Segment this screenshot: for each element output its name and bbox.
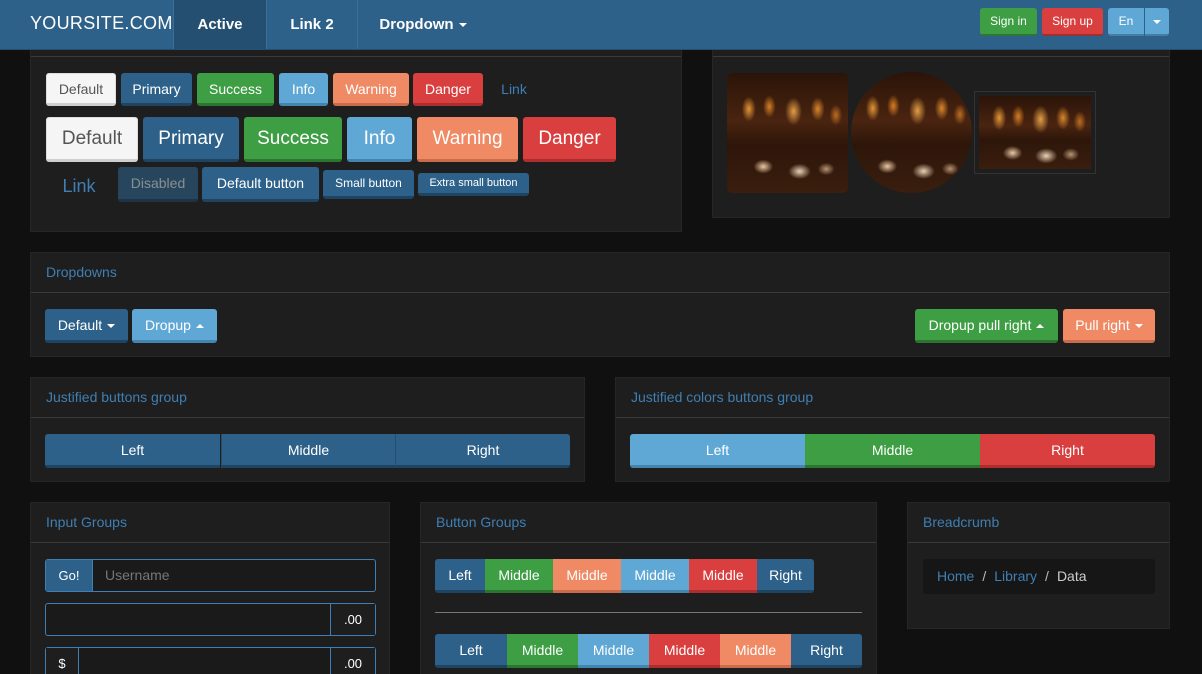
breadcrumb-library-link[interactable]: Library xyxy=(994,568,1037,584)
justified-colors-panel: Justified colors buttons group Left Midd… xyxy=(615,377,1170,482)
justified-middle-button[interactable]: Middle xyxy=(221,434,395,468)
justified-right-button[interactable]: Right xyxy=(395,434,570,468)
nav-item-label: Active xyxy=(197,16,243,33)
divider xyxy=(31,56,681,57)
caret-down-icon xyxy=(458,23,467,28)
extra-small-button[interactable]: Extra small button xyxy=(418,173,529,196)
nav-item-active[interactable]: Active xyxy=(174,0,266,49)
caret-down-icon xyxy=(1134,324,1143,329)
pull-right-button[interactable]: Pull right xyxy=(1063,309,1155,343)
buttons-panel: Default Primary Success Info Warning Dan… xyxy=(30,50,682,232)
breadcrumb-current: Data xyxy=(1056,568,1087,584)
button-label: Dropup pull right xyxy=(928,317,1032,333)
dropdowns-heading: Dropdowns xyxy=(31,253,1169,293)
group1-left-button[interactable]: Left xyxy=(435,559,485,593)
button-groups-heading: Button Groups xyxy=(421,503,876,543)
language-toggle[interactable] xyxy=(1145,8,1169,36)
primary-button[interactable]: Primary xyxy=(121,73,192,106)
thumbnail-image xyxy=(974,91,1096,174)
warning-button-large[interactable]: Warning xyxy=(417,117,518,162)
circle-image xyxy=(851,72,972,193)
warning-button[interactable]: Warning xyxy=(333,73,409,106)
justified-colors-middle-button[interactable]: Middle xyxy=(805,434,980,468)
danger-button-large[interactable]: Danger xyxy=(523,117,616,162)
breadcrumb-panel: Breadcrumb Home / Library / Data xyxy=(907,502,1170,629)
breadcrumb: Home / Library / Data xyxy=(923,559,1155,594)
nav-item-label: Link 2 xyxy=(290,16,334,33)
justified-colors-heading: Justified colors buttons group xyxy=(616,378,1169,418)
dropdowns-panel: Dropdowns Default Dropup Dropup pull rig… xyxy=(30,252,1170,357)
link-button[interactable]: Link xyxy=(491,73,537,106)
caret-up-icon xyxy=(1036,324,1045,329)
nav-item-label: Dropdown xyxy=(379,16,454,33)
caret-down-icon xyxy=(107,324,116,329)
group2-left-button[interactable]: Left xyxy=(435,634,507,668)
sign-in-button[interactable]: Sign in xyxy=(980,8,1037,36)
default-dropdown-button[interactable]: Default xyxy=(45,309,128,343)
button-label: Pull right xyxy=(1075,317,1130,333)
small-button[interactable]: Small button xyxy=(323,170,414,199)
group1-middle-button[interactable]: Middle xyxy=(485,559,553,593)
justified-left-button[interactable]: Left xyxy=(45,434,220,468)
username-input-group: Go! Username xyxy=(45,559,376,592)
button-groups-panel: Button Groups Left Middle Middle Middle … xyxy=(420,502,877,674)
caret-down-icon xyxy=(1153,19,1161,24)
dropup-button[interactable]: Dropup xyxy=(132,309,217,343)
group1-middle-button[interactable]: Middle xyxy=(689,559,757,593)
language-button[interactable]: En xyxy=(1108,8,1144,36)
brand-logo[interactable]: YOURSITE.COM xyxy=(30,13,173,34)
button-label: Default xyxy=(57,317,103,333)
dollar-input-group: $ .00 xyxy=(45,647,376,674)
button-label: Dropup xyxy=(145,317,191,333)
group2-right-button[interactable]: Right xyxy=(791,634,862,668)
justified-heading: Justified buttons group xyxy=(31,378,584,418)
navbar: YOURSITE.COM Active Link 2 Dropdown Sign… xyxy=(0,0,1202,50)
dropup-pull-right-button[interactable]: Dropup pull right xyxy=(915,309,1058,343)
breadcrumb-separator: / xyxy=(1045,568,1049,584)
caret-up-icon xyxy=(195,324,204,329)
username-input[interactable]: Username xyxy=(93,560,375,591)
group1-right-button[interactable]: Right xyxy=(757,559,814,593)
go-button[interactable]: Go! xyxy=(46,560,93,591)
success-button[interactable]: Success xyxy=(197,73,274,106)
amount-input-group: .00 xyxy=(45,603,376,636)
danger-button[interactable]: Danger xyxy=(413,73,483,106)
input-groups-panel: Input Groups Go! Username .00 $ .00 xyxy=(30,502,390,674)
thumbnails-panel xyxy=(712,50,1170,218)
breadcrumb-separator: / xyxy=(982,568,987,584)
rounded-image xyxy=(727,73,848,193)
group2-middle-button[interactable]: Middle xyxy=(507,634,578,668)
disabled-button: Disabled xyxy=(118,167,198,202)
dollar-amount-input[interactable] xyxy=(79,648,330,674)
success-button-large[interactable]: Success xyxy=(244,117,342,162)
primary-button-large[interactable]: Primary xyxy=(143,117,239,162)
dollar-addon: $ xyxy=(46,648,79,674)
group1-middle-button[interactable]: Middle xyxy=(553,559,621,593)
default-size-button[interactable]: Default button xyxy=(202,167,319,202)
default-button-large[interactable]: Default xyxy=(46,117,138,162)
divider xyxy=(435,612,862,613)
group2-middle-button[interactable]: Middle xyxy=(649,634,720,668)
group2-middle-button[interactable]: Middle xyxy=(720,634,791,668)
decimal-addon: .00 xyxy=(330,604,375,635)
amount-input[interactable] xyxy=(46,604,330,635)
nav-item-dropdown[interactable]: Dropdown xyxy=(358,0,488,49)
link-button-large[interactable]: Link xyxy=(46,168,112,204)
nav-item-link2[interactable]: Link 2 xyxy=(267,0,357,49)
input-groups-heading: Input Groups xyxy=(31,503,389,543)
sign-up-button[interactable]: Sign up xyxy=(1042,8,1103,36)
decimal-addon: .00 xyxy=(330,648,375,674)
breadcrumb-heading: Breadcrumb xyxy=(908,503,1169,543)
justified-colors-left-button[interactable]: Left xyxy=(630,434,805,468)
group2-middle-button[interactable]: Middle xyxy=(578,634,649,668)
divider xyxy=(713,56,1169,57)
info-button-large[interactable]: Info xyxy=(347,117,412,162)
info-button[interactable]: Info xyxy=(279,73,328,106)
group1-middle-button[interactable]: Middle xyxy=(621,559,689,593)
default-button[interactable]: Default xyxy=(46,73,116,106)
breadcrumb-home-link[interactable]: Home xyxy=(937,568,974,584)
justified-panel: Justified buttons group Left Middle Righ… xyxy=(30,377,585,482)
justified-colors-right-button[interactable]: Right xyxy=(980,434,1155,468)
